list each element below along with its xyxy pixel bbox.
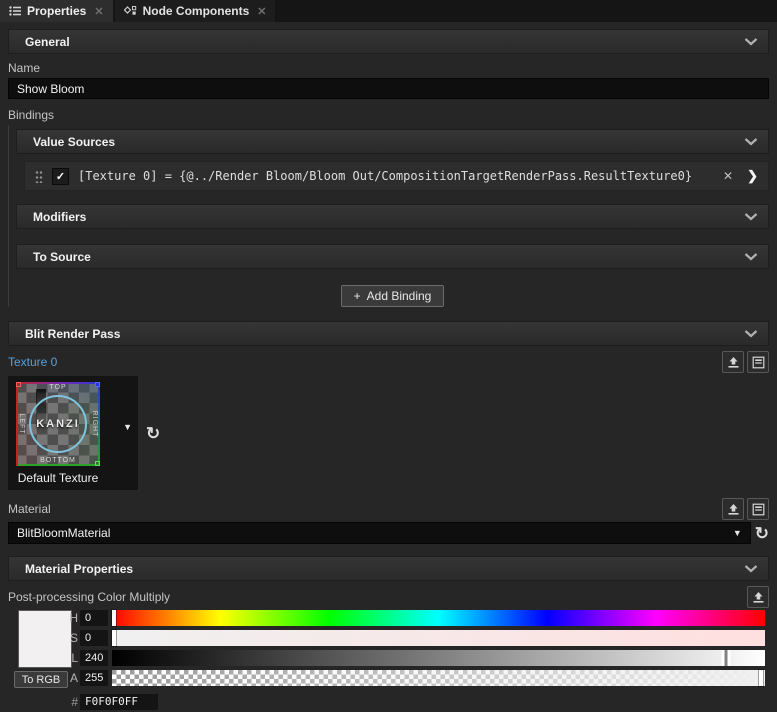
binding-enabled-checkbox[interactable]: ✓ [52, 167, 69, 185]
section-header-to-source[interactable]: To Source [16, 244, 769, 269]
hex-label: # [71, 695, 78, 709]
texture-selector: TOP BOTTOM LEFT RIGHT KANZI Default Text… [8, 376, 769, 490]
tab-node-components-close-icon[interactable]: ✕ [257, 5, 266, 18]
lightness-slider-handle [721, 650, 731, 666]
form-icon [752, 503, 764, 515]
plus-icon: + [353, 289, 361, 303]
add-binding-row: + Add Binding [16, 285, 769, 307]
open-resource-editor-button[interactable] [747, 351, 769, 373]
section-header-blit-render-pass[interactable]: Blit Render Pass [8, 321, 769, 346]
dropdown-arrow-icon[interactable]: ▼ [123, 422, 132, 432]
upload-icon [728, 503, 738, 515]
alpha-slider[interactable] [112, 670, 765, 686]
color-property-row: Post-processing Color Multiply [8, 586, 769, 608]
section-title: Blit Render Pass [25, 326, 121, 341]
texture-bottom-text: BOTTOM [40, 457, 76, 464]
chevron-down-icon [744, 212, 758, 221]
section-header-material-properties[interactable]: Material Properties [8, 556, 769, 581]
color-swatch[interactable] [18, 610, 72, 668]
open-binding-icon[interactable]: ❯ [745, 168, 760, 184]
texture-thumbnail[interactable]: TOP BOTTOM LEFT RIGHT KANZI [16, 382, 100, 466]
hex-input[interactable]: F0F0F0FF [80, 694, 158, 710]
bindings-label: Bindings [8, 108, 55, 122]
chevron-down-icon [744, 252, 758, 261]
upload-icon [753, 591, 763, 603]
saturation-slider[interactable] [112, 630, 765, 646]
add-binding-button[interactable]: + Add Binding [340, 285, 445, 307]
reset-material-icon[interactable]: ↻ [755, 525, 769, 542]
tab-node-components[interactable]: Node Components ✕ [114, 0, 276, 22]
chevron-down-icon [744, 37, 758, 46]
tab-properties-close-icon[interactable]: ✕ [94, 5, 103, 18]
saturation-label: S [69, 631, 78, 645]
texture-top-text: TOP [49, 384, 67, 391]
chevron-down-icon [744, 329, 758, 338]
hue-value-input[interactable]: 0 [80, 610, 108, 626]
section-header-modifiers[interactable]: Modifiers [16, 204, 769, 229]
push-to-binding-button[interactable] [722, 351, 744, 373]
hue-slider-handle [112, 610, 116, 626]
dropdown-arrow-icon: ▼ [732, 528, 742, 538]
post-processing-color-multiply-label: Post-processing Color Multiply [8, 590, 171, 604]
section-title: Modifiers [33, 209, 87, 224]
lightness-value-input[interactable]: 240 [80, 650, 108, 666]
saturation-slider-handle [112, 630, 116, 646]
texture-label-row: Texture 0 [8, 351, 769, 373]
alpha-slider-handle [759, 670, 763, 686]
material-label: Material [8, 502, 51, 516]
hue-slider[interactable] [112, 610, 765, 626]
section-header-value-sources[interactable]: Value Sources [16, 129, 769, 154]
section-title: Value Sources [33, 134, 116, 149]
upload-icon [728, 356, 738, 368]
drag-handle-icon[interactable] [35, 169, 43, 183]
push-to-binding-button[interactable] [747, 586, 769, 608]
node-components-icon [123, 5, 137, 17]
material-value: BlitBloomMaterial [17, 526, 111, 540]
name-label: Name [8, 61, 41, 75]
name-value: Show Bloom [17, 81, 85, 96]
binding-expression[interactable]: [Texture 0] = {@../Render Bloom/Bloom Ou… [78, 169, 711, 183]
hue-label: H [69, 611, 78, 625]
push-to-binding-button[interactable] [722, 498, 744, 520]
material-label-row: Material [8, 498, 769, 520]
tab-properties[interactable]: Properties ✕ [0, 0, 113, 22]
remove-binding-icon[interactable]: ✕ [720, 169, 736, 183]
material-dropdown[interactable]: BlitBloomMaterial ▼ [8, 522, 751, 544]
add-binding-label: Add Binding [366, 289, 432, 303]
chevron-down-icon [744, 137, 758, 146]
section-title: General [25, 34, 70, 49]
color-picker: H 0 S 0 L 240 A 255 To RGB # F0F0F0FF [8, 610, 769, 712]
lightness-label: L [71, 651, 78, 665]
section-title: Material Properties [25, 561, 134, 576]
texture-0-label: Texture 0 [8, 355, 58, 369]
tab-node-components-label: Node Components [142, 4, 250, 18]
bindings-group: Value Sources ✓ [Texture 0] = {@../Rende… [8, 125, 769, 307]
saturation-value-input[interactable]: 0 [80, 630, 108, 646]
open-resource-editor-button[interactable] [747, 498, 769, 520]
alpha-value-input[interactable]: 255 [80, 670, 108, 686]
tab-bar: Properties ✕ Node Components ✕ [0, 0, 777, 22]
to-rgb-button[interactable]: To RGB [14, 671, 68, 688]
texture-dropdown[interactable]: TOP BOTTOM LEFT RIGHT KANZI Default Text… [8, 376, 138, 490]
binding-row[interactable]: ✓ [Texture 0] = {@../Render Bloom/Bloom … [24, 161, 769, 191]
chevron-down-icon [744, 564, 758, 573]
texture-brand-text: KANZI [36, 418, 80, 430]
properties-panel: General Name Show Bloom Bindings Value S… [0, 22, 777, 712]
texture-name: Default Texture [17, 471, 99, 485]
name-input[interactable]: Show Bloom [8, 78, 769, 99]
section-header-general[interactable]: General [8, 29, 769, 54]
lightness-slider[interactable] [112, 650, 765, 666]
form-icon [752, 356, 764, 368]
section-title: To Source [33, 249, 91, 264]
properties-list-icon [9, 5, 21, 17]
material-row: BlitBloomMaterial ▼ ↻ [8, 522, 769, 544]
reset-texture-icon[interactable]: ↻ [146, 425, 160, 442]
tab-properties-label: Properties [27, 4, 87, 18]
